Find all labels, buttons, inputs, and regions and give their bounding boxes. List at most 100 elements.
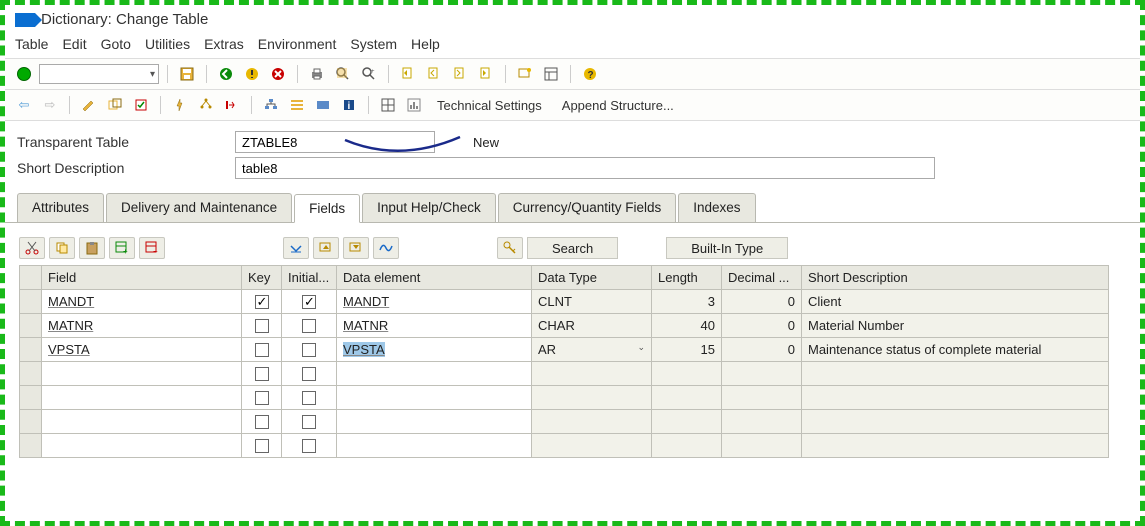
key-checkbox[interactable] <box>242 314 282 338</box>
menu-table[interactable]: Table <box>15 36 48 52</box>
row-selector[interactable] <box>20 362 42 386</box>
table-name-input[interactable] <box>235 131 435 153</box>
table-row-empty[interactable] <box>20 410 1109 434</box>
menu-help[interactable]: Help <box>411 36 440 52</box>
command-field[interactable] <box>39 64 159 84</box>
data-element-cell[interactable] <box>337 410 532 434</box>
data-element-cell[interactable]: VPSTA <box>337 338 532 362</box>
search-button[interactable]: Search <box>527 237 618 259</box>
technical-settings-button[interactable]: Technical Settings <box>429 96 550 115</box>
tab-input-help[interactable]: Input Help/Check <box>362 193 496 222</box>
data-element-cell[interactable] <box>337 434 532 458</box>
tab-attributes[interactable]: Attributes <box>17 193 104 222</box>
key-checkbox[interactable] <box>242 410 282 434</box>
key-checkbox[interactable] <box>242 434 282 458</box>
info-button[interactable]: i <box>338 94 360 116</box>
key-checkbox[interactable] <box>242 362 282 386</box>
table-row-empty[interactable] <box>20 386 1109 410</box>
field-name-cell[interactable] <box>42 362 242 386</box>
menu-system[interactable]: System <box>350 36 397 52</box>
row-selector[interactable] <box>20 314 42 338</box>
data-element-cell[interactable]: MATNR <box>337 314 532 338</box>
col-initial[interactable]: Initial... <box>282 266 337 290</box>
row-selector[interactable] <box>20 338 42 362</box>
data-type-cell[interactable]: ⌄ AR <box>532 338 652 362</box>
table-row[interactable]: MATNRMATNRCHAR400Material Number <box>20 314 1109 338</box>
key-checkbox[interactable] <box>242 386 282 410</box>
table-row[interactable]: VPSTAVPSTA⌄ AR150Maintenance status of c… <box>20 338 1109 362</box>
save-button[interactable] <box>176 63 198 85</box>
col-short-desc[interactable]: Short Description <box>802 266 1109 290</box>
help-button[interactable]: ? <box>579 63 601 85</box>
delete-row-button[interactable]: − <box>139 237 165 259</box>
initial-checkbox[interactable] <box>282 338 337 362</box>
chevron-down-icon[interactable]: ⌄ <box>637 342 645 353</box>
table-row-empty[interactable] <box>20 434 1109 458</box>
other-object-button[interactable] <box>104 94 126 116</box>
insert-row-button[interactable]: + <box>109 237 135 259</box>
menu-extras[interactable]: Extras <box>204 36 244 52</box>
key-checkbox[interactable] <box>242 338 282 362</box>
data-type-cell[interactable] <box>532 434 652 458</box>
table-row[interactable]: MANDTMANDTCLNT30Client <box>20 290 1109 314</box>
check-button[interactable] <box>130 94 152 116</box>
data-element-cell[interactable] <box>337 386 532 410</box>
data-type-cell[interactable]: CHAR <box>532 314 652 338</box>
find-next-button[interactable]: + <box>358 63 380 85</box>
row-selector[interactable] <box>20 434 42 458</box>
initial-checkbox[interactable] <box>282 290 337 314</box>
display-object-list-button[interactable] <box>221 94 243 116</box>
display-change-button[interactable] <box>78 94 100 116</box>
exit-button[interactable] <box>241 63 263 85</box>
graphic-button[interactable] <box>403 94 425 116</box>
menu-utilities[interactable]: Utilities <box>145 36 190 52</box>
append-structure-button[interactable]: Append Structure... <box>554 96 682 115</box>
include-button[interactable] <box>312 94 334 116</box>
initial-checkbox[interactable] <box>282 410 337 434</box>
hierarchy-button[interactable] <box>260 94 282 116</box>
initial-checkbox[interactable] <box>282 386 337 410</box>
key-checkbox[interactable] <box>242 290 282 314</box>
row-selector[interactable] <box>20 290 42 314</box>
paste-button[interactable] <box>79 237 105 259</box>
activate-button[interactable] <box>169 94 191 116</box>
short-desc-input[interactable] <box>235 157 935 179</box>
back-button[interactable] <box>215 63 237 85</box>
tab-delivery[interactable]: Delivery and Maintenance <box>106 193 292 222</box>
col-data-element[interactable]: Data element <box>337 266 532 290</box>
srch-help-button[interactable] <box>497 237 523 259</box>
builtin-type-button[interactable]: Built-In Type <box>666 237 788 259</box>
menu-edit[interactable]: Edit <box>62 36 86 52</box>
col-length[interactable]: Length <box>652 266 722 290</box>
expand-all-button[interactable] <box>283 237 309 259</box>
field-name-cell[interactable]: MATNR <box>42 314 242 338</box>
cancel-button[interactable] <box>267 63 289 85</box>
col-key[interactable]: Key <box>242 266 282 290</box>
field-name-cell[interactable] <box>42 410 242 434</box>
enter-button[interactable] <box>13 63 35 85</box>
nav-back-button[interactable]: ⇦ <box>13 94 35 116</box>
select-all-header[interactable] <box>20 266 42 290</box>
find-button[interactable] <box>332 63 354 85</box>
next-page-button[interactable] <box>449 63 471 85</box>
initial-checkbox[interactable] <box>282 314 337 338</box>
data-element-cell[interactable] <box>337 362 532 386</box>
field-name-cell[interactable] <box>42 386 242 410</box>
new-session-button[interactable] <box>514 63 536 85</box>
layout-button[interactable] <box>540 63 562 85</box>
append-button[interactable] <box>286 94 308 116</box>
collapse-delete-button[interactable] <box>343 237 369 259</box>
data-type-cell[interactable] <box>532 362 652 386</box>
field-name-cell[interactable]: MANDT <box>42 290 242 314</box>
table-row-empty[interactable] <box>20 362 1109 386</box>
tab-currency[interactable]: Currency/Quantity Fields <box>498 193 677 222</box>
data-type-cell[interactable] <box>532 410 652 434</box>
data-element-cell[interactable]: MANDT <box>337 290 532 314</box>
where-used-button[interactable] <box>195 94 217 116</box>
nav-forward-button[interactable]: ⇨ <box>39 94 61 116</box>
col-field[interactable]: Field <box>42 266 242 290</box>
menu-environment[interactable]: Environment <box>258 36 337 52</box>
copy-button[interactable] <box>49 237 75 259</box>
initial-checkbox[interactable] <box>282 434 337 458</box>
print-button[interactable] <box>306 63 328 85</box>
